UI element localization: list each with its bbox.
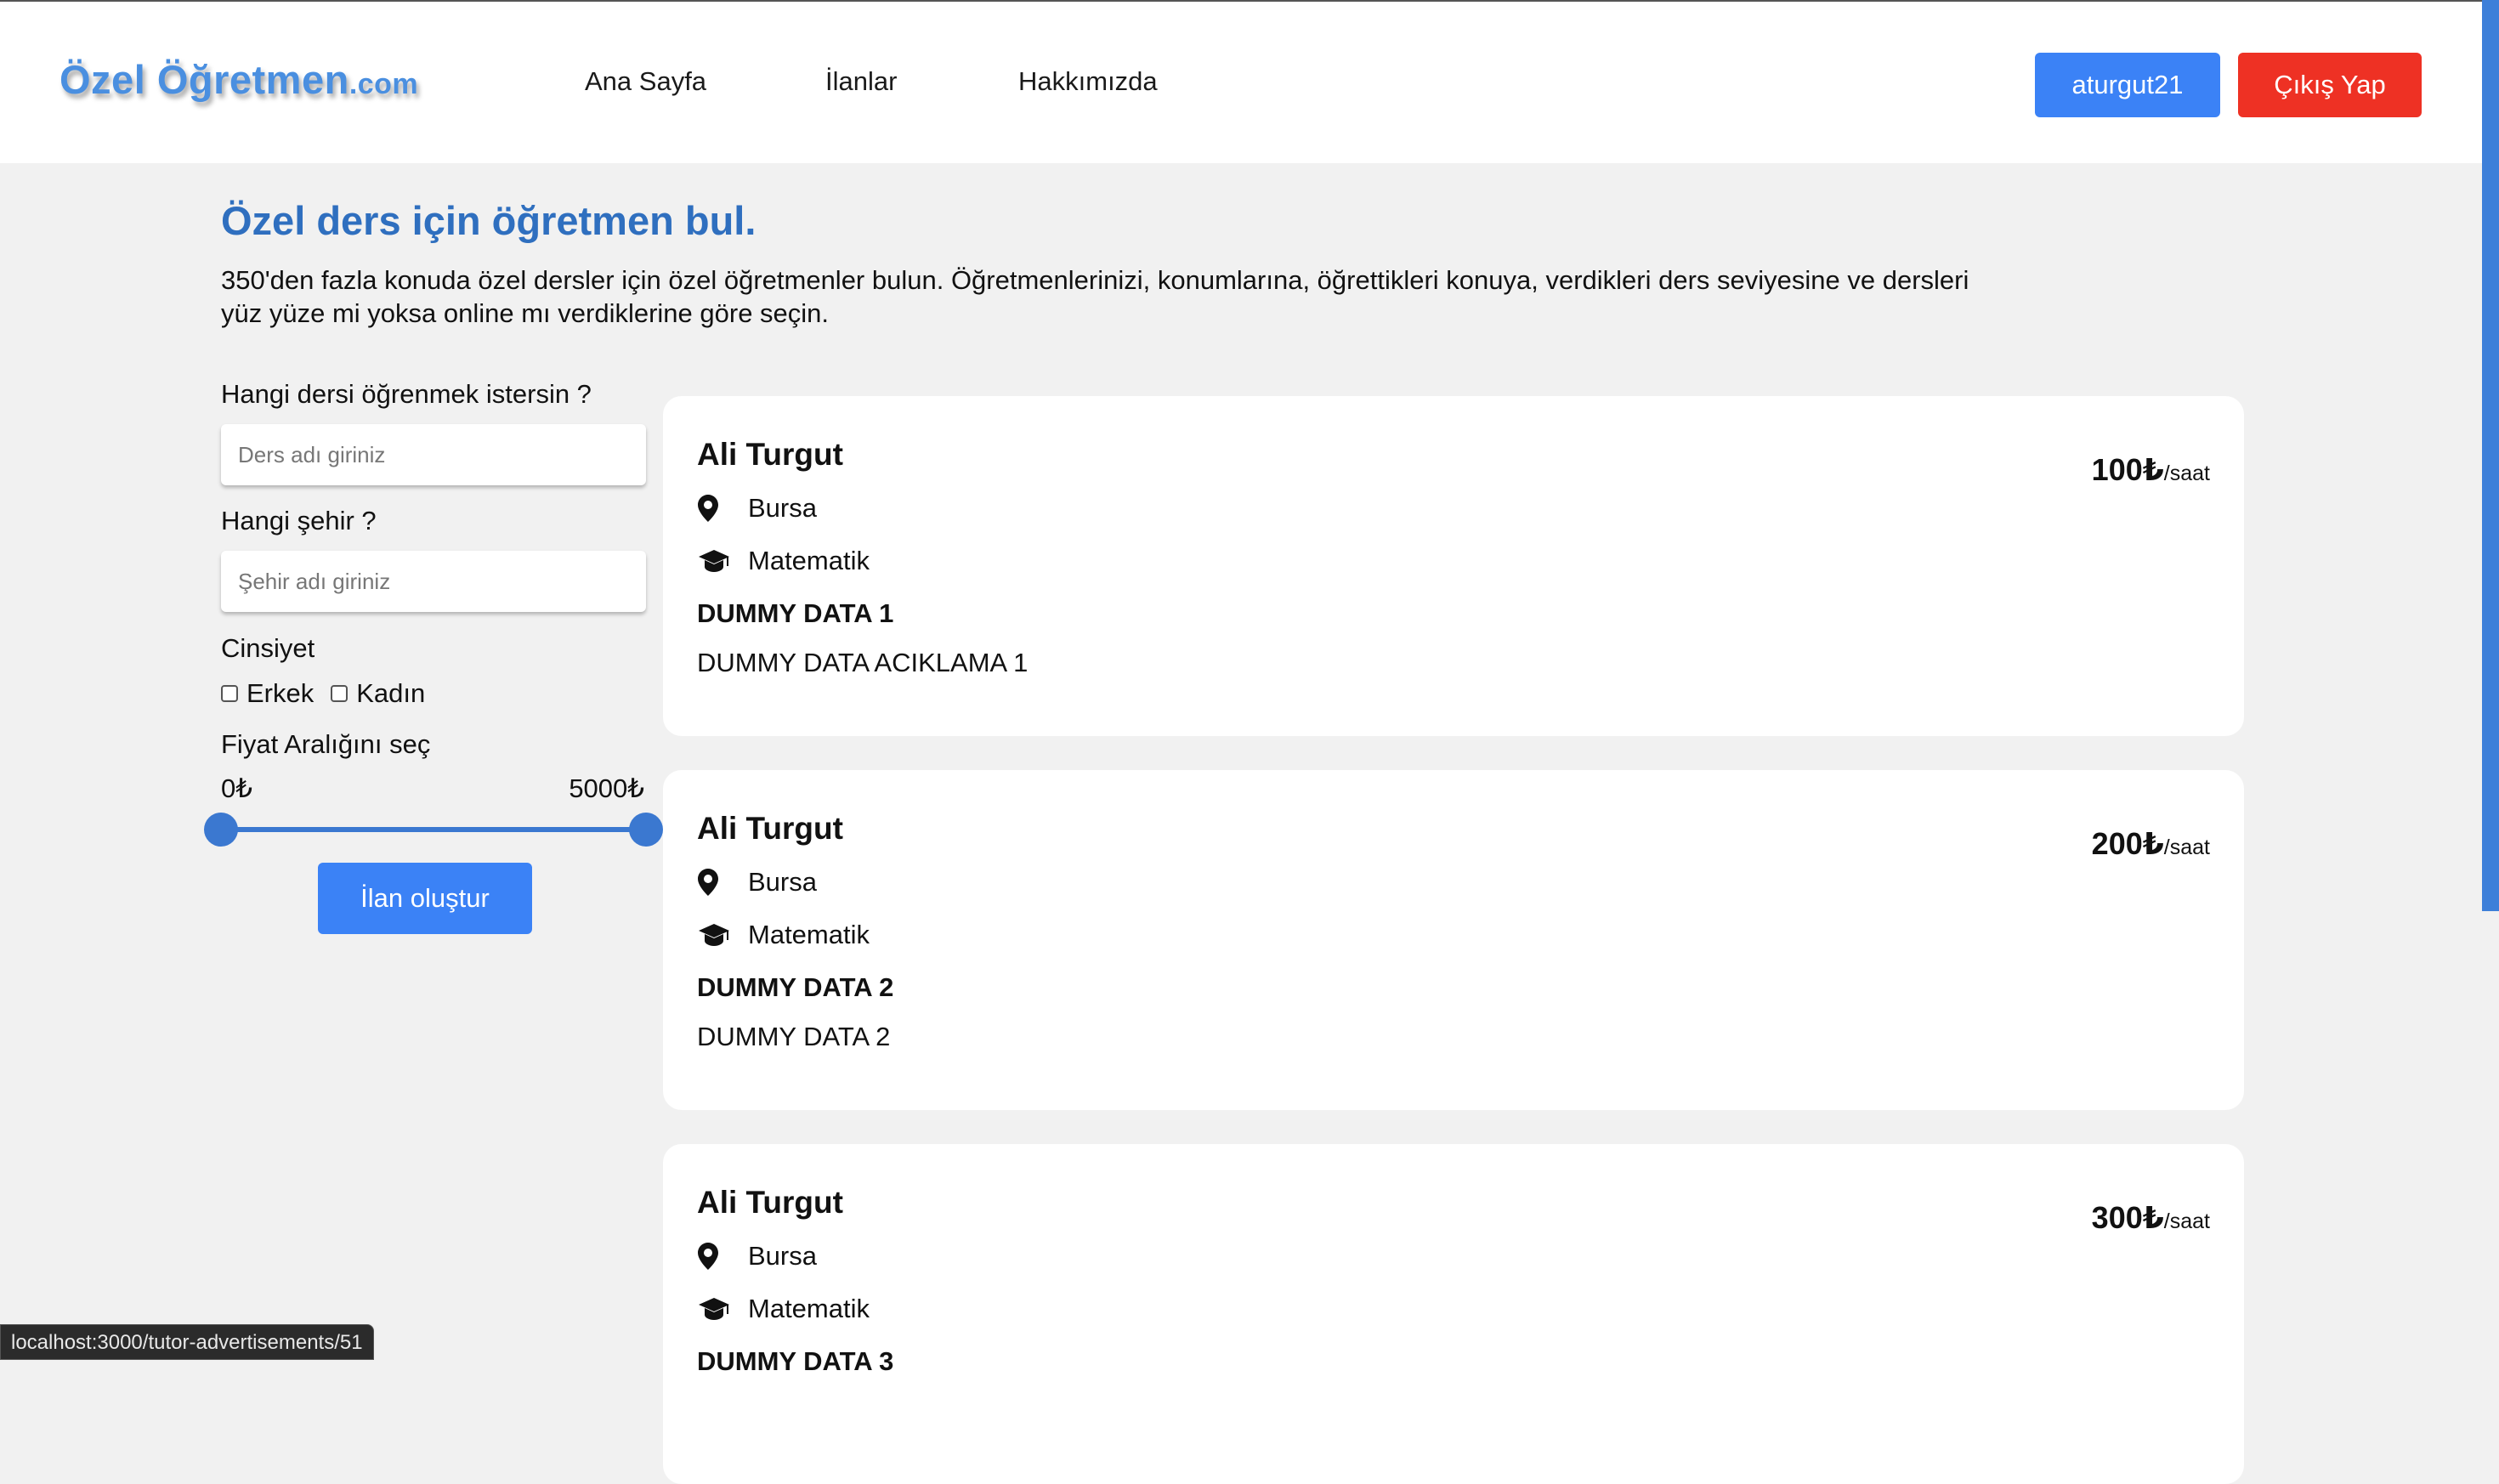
tutor-name: Ali Turgut [697, 811, 843, 846]
tutor-subject: Matematik [748, 1294, 870, 1323]
listing-description: DUMMY DATA ACIKLAMA 1 [697, 648, 1028, 677]
female-checkbox[interactable] [331, 685, 348, 702]
tutor-subject: Matematik [748, 920, 870, 949]
price-range-slider-track[interactable] [221, 827, 646, 832]
nav-link-home[interactable]: Ana Sayfa [585, 66, 706, 97]
location-row: Bursa [697, 865, 817, 899]
listing-price: 200₺/saat [2092, 826, 2210, 862]
listing-price: 100₺/saat [2092, 452, 2210, 488]
site-logo[interactable]: Özel Öğretmen.com [60, 56, 418, 103]
price-unit: /saat [2163, 835, 2210, 859]
price-unit: /saat [2163, 462, 2210, 485]
price-max-slider-handle[interactable] [629, 813, 663, 847]
logout-button[interactable]: Çıkış Yap [2238, 53, 2422, 117]
listing-price: 300₺/saat [2092, 1200, 2210, 1236]
subject-row: Matematik [697, 544, 870, 578]
city-filter-label: Hangi şehir ? [221, 506, 377, 535]
scrollbar-thumb[interactable] [2482, 0, 2499, 911]
price-amount: 200₺ [2091, 826, 2164, 861]
price-range-label: Fiyat Aralığını seç [221, 729, 431, 759]
gender-filter-label: Cinsiyet [221, 633, 315, 663]
map-pin-icon [697, 495, 731, 522]
tutor-city: Bursa [748, 1241, 817, 1271]
tutor-city: Bursa [748, 493, 817, 523]
tutor-city: Bursa [748, 867, 817, 897]
page-description: 350'den fazla konuda özel dersler için ö… [221, 265, 1969, 328]
listing-card[interactable]: Ali Turgut Bursa Matematik DUMMY DATA 3 … [663, 1144, 2244, 1484]
user-profile-button[interactable]: aturgut21 [2035, 53, 2220, 117]
gender-options: Erkek Kadın [221, 677, 442, 711]
price-max-value: 5000₺ [569, 773, 644, 803]
male-checkbox[interactable] [221, 685, 238, 702]
listing-description: DUMMY DATA 2 [697, 1022, 891, 1051]
graduation-cap-icon [697, 1296, 731, 1322]
price-amount: 300₺ [2091, 1200, 2164, 1235]
location-row: Bursa [697, 1239, 817, 1273]
tutor-name: Ali Turgut [697, 437, 843, 472]
price-unit: /saat [2163, 1209, 2210, 1233]
listing-title: DUMMY DATA 2 [697, 972, 894, 1002]
nav-link-about[interactable]: Hakkımızda [1018, 66, 1158, 97]
map-pin-icon [697, 869, 731, 896]
top-navbar: Özel Öğretmen.com Ana Sayfa İlanlar Hakk… [0, 0, 2499, 163]
listing-card[interactable]: Ali Turgut Bursa Matematik DUMMY DATA 1 … [663, 396, 2244, 736]
tutor-name: Ali Turgut [697, 1185, 843, 1220]
logo-main-text: Özel Öğretmen [60, 57, 349, 102]
city-search-input[interactable] [221, 551, 646, 612]
location-row: Bursa [697, 491, 817, 525]
listing-card[interactable]: Ali Turgut Bursa Matematik DUMMY DATA 2 … [663, 770, 2244, 1110]
graduation-cap-icon [697, 548, 731, 574]
status-bar-url: localhost:3000/tutor-advertisements/51 [0, 1324, 374, 1360]
map-pin-icon [697, 1243, 731, 1270]
page-title: Özel ders için öğretmen bul. [221, 198, 756, 243]
price-min-slider-handle[interactable] [204, 813, 238, 847]
lesson-search-input[interactable] [221, 424, 646, 485]
listing-title: DUMMY DATA 1 [697, 598, 894, 628]
graduation-cap-icon [697, 922, 731, 948]
price-amount: 100₺ [2091, 452, 2164, 487]
create-listing-button[interactable]: İlan oluştur [318, 863, 532, 934]
subject-row: Matematik [697, 1292, 870, 1326]
price-min-value: 0₺ [221, 773, 252, 803]
listing-title: DUMMY DATA 3 [697, 1346, 894, 1376]
logo-tld-text: .com [348, 68, 419, 100]
nav-link-listings[interactable]: İlanlar [825, 66, 897, 97]
tutor-subject: Matematik [748, 546, 870, 575]
male-checkbox-label[interactable]: Erkek [246, 678, 314, 709]
lesson-filter-label: Hangi dersi öğrenmek istersin ? [221, 379, 592, 409]
female-checkbox-label[interactable]: Kadın [356, 678, 425, 709]
subject-row: Matematik [697, 918, 870, 952]
